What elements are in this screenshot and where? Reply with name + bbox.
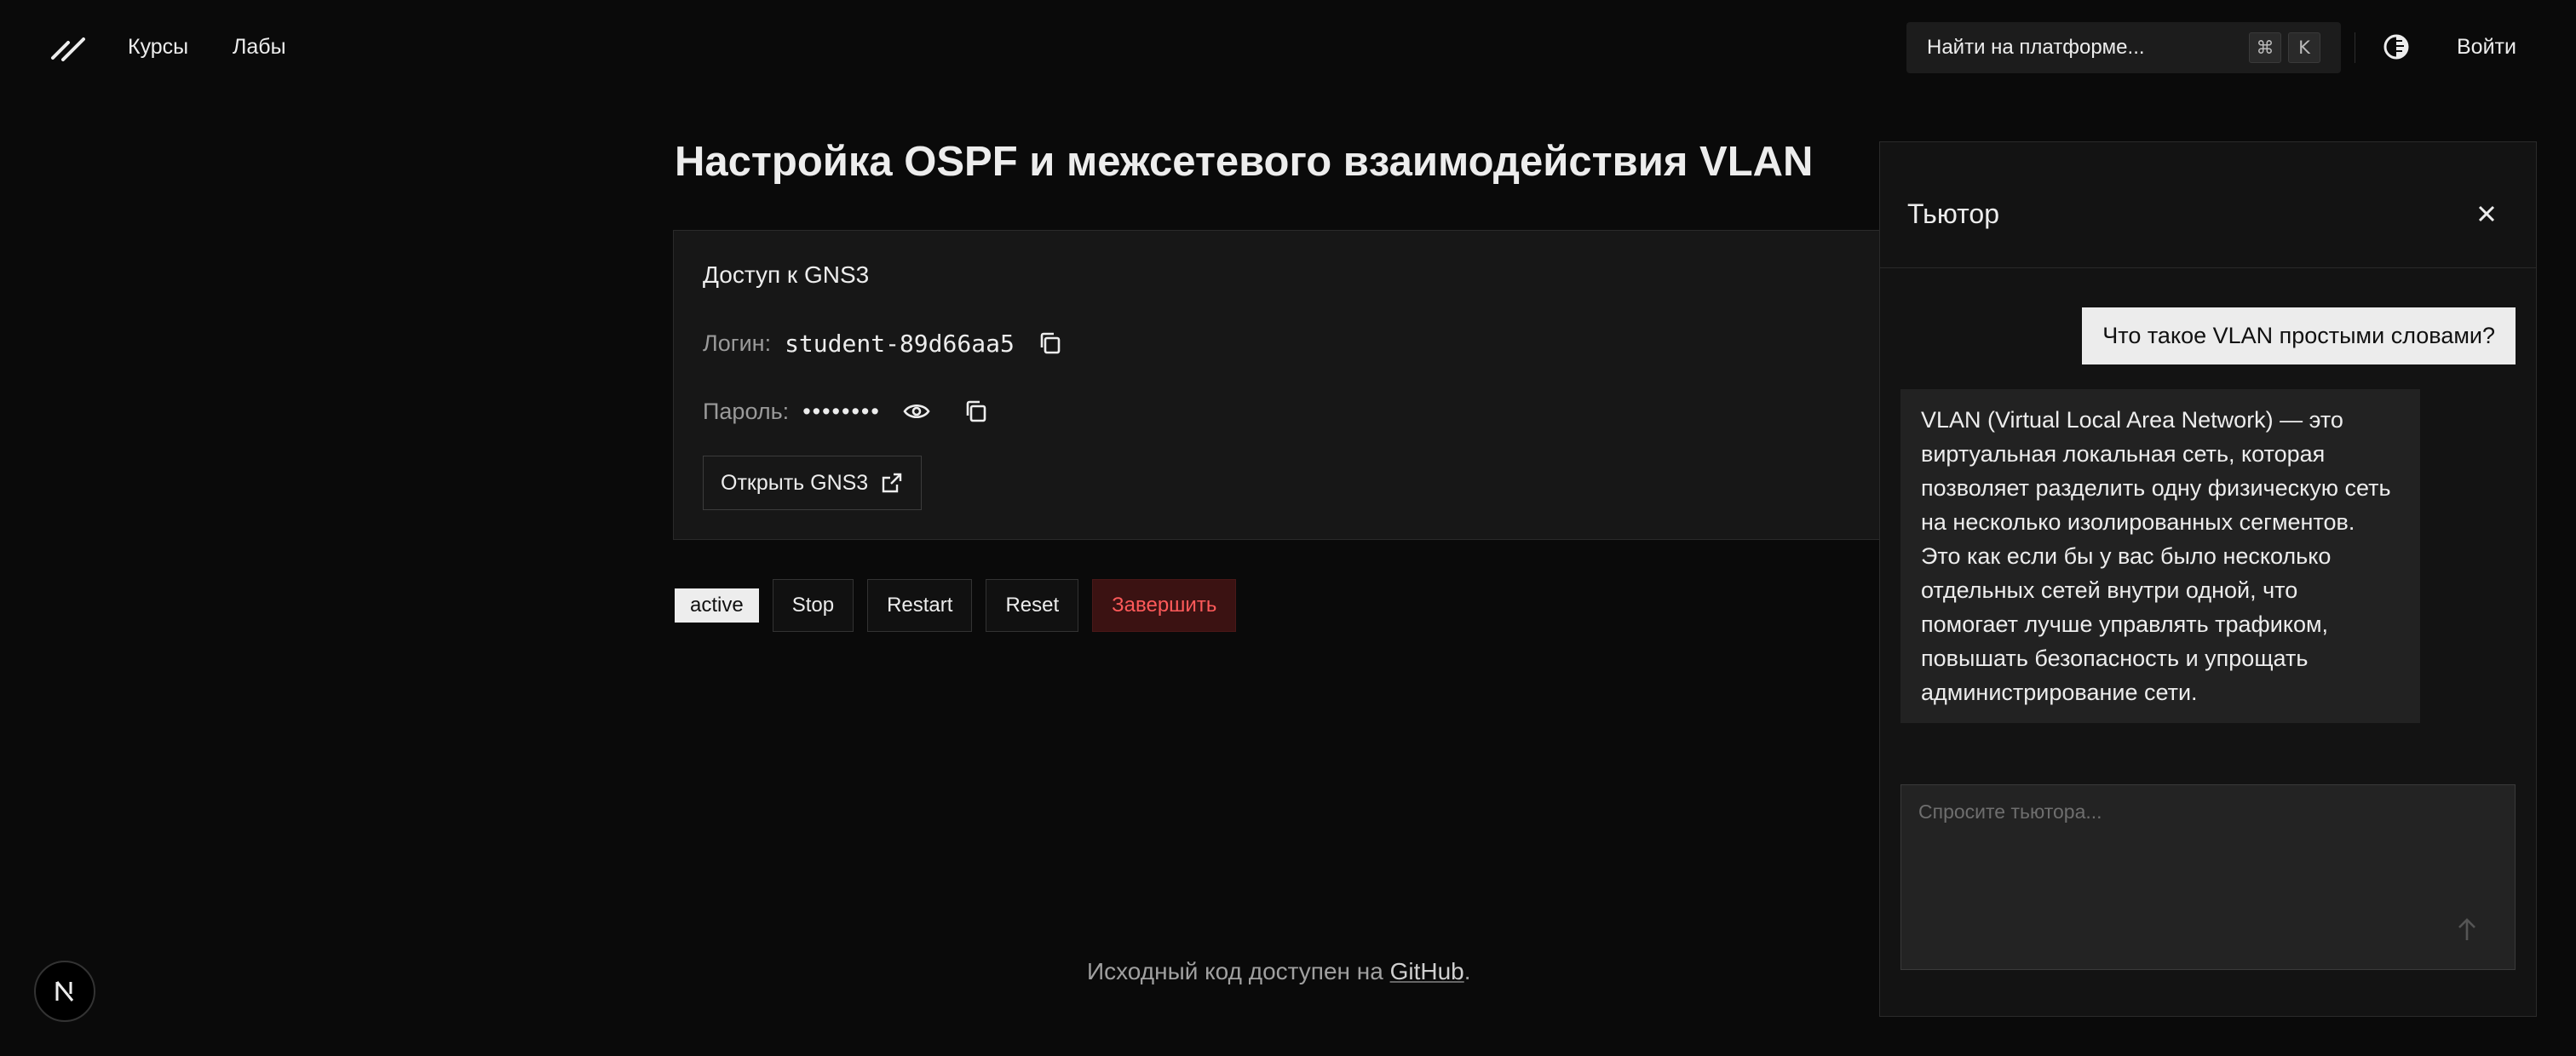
footer: Исходный код доступен на GitHub. — [1087, 958, 1471, 985]
tutor-message: VLAN (Virtual Local Area Network) — это … — [1900, 389, 2420, 723]
tutor-input[interactable] — [1900, 784, 2516, 970]
login-row: Логин: student-89d66aa5 — [703, 326, 1067, 360]
tutor-header: Тьютор — [1880, 142, 2536, 268]
cmd-key: ⌘ — [2249, 32, 2281, 63]
nextjs-badge[interactable] — [34, 961, 95, 1022]
open-gns3-label: Открыть GNS3 — [721, 470, 869, 495]
stop-button[interactable]: Stop — [772, 579, 854, 632]
show-password-eye-icon[interactable] — [900, 394, 934, 428]
search-bar[interactable]: Найти на платформе... ⌘ K — [1906, 22, 2341, 73]
nav-courses[interactable]: Курсы — [128, 32, 188, 61]
theme-toggle-icon[interactable] — [2382, 32, 2411, 61]
lab-controls: active Stop Restart Reset Завершить — [675, 579, 1250, 632]
password-value: •••••••• — [802, 398, 881, 424]
github-link[interactable]: GitHub — [1390, 958, 1464, 984]
close-icon[interactable] — [2471, 198, 2502, 229]
tutor-panel: Тьютор Что такое VLAN простыми словами? … — [1879, 141, 2537, 1017]
footer-end: . — [1463, 958, 1471, 984]
k-key: K — [2288, 32, 2320, 63]
password-label: Пароль: — [703, 398, 790, 424]
password-row: Пароль: •••••••• — [703, 394, 993, 428]
finish-button[interactable]: Завершить — [1092, 579, 1237, 632]
gns3-access-card: Доступ к GNS3 Логин: student-89d66aa5 Па… — [673, 230, 1891, 540]
login-value: student-89d66aa5 — [785, 329, 1015, 358]
login-label: Логин: — [703, 330, 772, 356]
copy-password-icon[interactable] — [959, 394, 993, 428]
send-arrow-icon[interactable] — [2450, 913, 2484, 947]
external-link-icon — [883, 473, 902, 493]
footer-text: Исходный код доступен на — [1087, 958, 1390, 984]
nav-labs[interactable]: Лабы — [233, 32, 286, 61]
reset-button[interactable]: Reset — [986, 579, 1079, 632]
nextjs-icon — [55, 981, 74, 1001]
tutor-title: Тьютор — [1907, 198, 1999, 229]
status-badge: active — [675, 588, 759, 623]
search-placeholder: Найти на платформе... — [1927, 36, 2145, 59]
card-title: Доступ к GNS3 — [703, 261, 870, 288]
page-title: Настройка OSPF и межсетевого взаимодейст… — [675, 139, 1814, 185]
logo-icon[interactable] — [49, 32, 87, 61]
login-link[interactable]: Войти — [2457, 32, 2516, 61]
open-gns3-button[interactable]: Открыть GNS3 — [703, 456, 923, 510]
copy-login-icon[interactable] — [1033, 326, 1067, 360]
restart-button[interactable]: Restart — [867, 579, 973, 632]
user-message: Что такое VLAN простыми словами? — [2082, 307, 2516, 364]
page: Курсы Лабы Найти на платформе... ⌘ K Вой… — [0, 0, 2576, 1056]
